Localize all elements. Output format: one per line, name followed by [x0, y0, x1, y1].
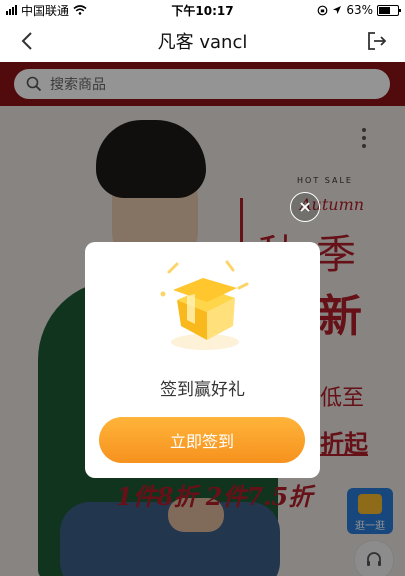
wifi-icon [73, 5, 87, 15]
modal-close-button[interactable] [290, 192, 320, 222]
carrier-label: 中国联通 [21, 3, 70, 18]
nav-bar: 凡客 vancl [0, 20, 405, 62]
signal-icon [6, 5, 17, 15]
status-left: 中国联通 [0, 2, 87, 19]
checkin-modal: 签到赢好礼 立即签到 [85, 242, 320, 478]
battery-icon [377, 4, 401, 16]
page-title: 凡客 vancl [157, 32, 248, 53]
orientation-lock-icon [317, 5, 328, 15]
back-icon[interactable] [16, 29, 40, 53]
checkin-button[interactable]: 立即签到 [99, 417, 305, 463]
close-icon [300, 202, 310, 212]
status-right: 63% [317, 3, 405, 17]
gift-box-icon [160, 260, 249, 350]
battery-percent: 63% [346, 3, 373, 17]
location-icon [333, 6, 342, 14]
modal-title: 签到赢好礼 [160, 380, 245, 400]
exit-icon[interactable] [365, 29, 389, 53]
status-bar: 中国联通 下午10:17 63% [0, 0, 405, 20]
